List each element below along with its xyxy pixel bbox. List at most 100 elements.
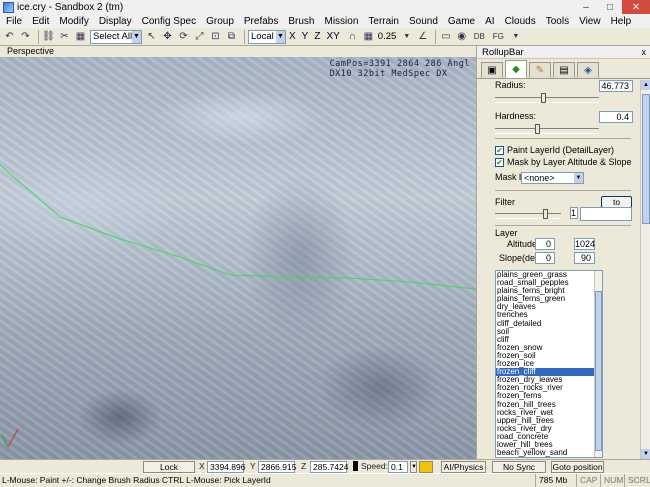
scroll-up-icon[interactable]: ▲: [641, 80, 650, 90]
menu-item-mission[interactable]: Mission: [324, 16, 358, 27]
menu-item-modify[interactable]: Modify: [59, 16, 88, 27]
terrain-snap-icon[interactable]: ⧉: [225, 30, 238, 43]
menu-item-sound[interactable]: Sound: [409, 16, 438, 27]
radius-input[interactable]: 46.773: [599, 80, 633, 92]
magnet-icon[interactable]: ∩: [346, 30, 359, 43]
layer-list-item[interactable]: cliff_detailed: [496, 319, 602, 328]
axis-z-button[interactable]: Z: [314, 31, 320, 42]
paint-layer-checkbox[interactable]: ✔ Paint LayerId (DetailLayer): [495, 145, 614, 155]
layer-list-scrollbar[interactable]: [594, 271, 602, 457]
memory-usage: 785 Mb: [535, 474, 567, 487]
menu-item-help[interactable]: Help: [611, 16, 632, 27]
mask-by-dropdown[interactable]: <none> ▼: [521, 172, 584, 184]
angle-snap-icon[interactable]: ∠: [416, 30, 429, 43]
filter-value[interactable]: 1: [570, 207, 578, 219]
menu-item-clouds[interactable]: Clouds: [505, 16, 536, 27]
layer-list-scroll-thumb[interactable]: [595, 291, 602, 451]
rotate-icon[interactable]: ⟳: [177, 30, 190, 43]
menu-item-view[interactable]: View: [579, 16, 601, 27]
speed-dropdown-icon[interactable]: ▼: [410, 461, 417, 473]
paint-layer-label: Paint LayerId (DetailLayer): [507, 145, 615, 155]
goto-position-button[interactable]: Goto position: [551, 461, 604, 473]
radius-slider[interactable]: [495, 93, 599, 103]
menu-item-prefabs[interactable]: Prefabs: [244, 16, 278, 27]
axis-x-button[interactable]: X: [289, 31, 296, 42]
slope-min-input[interactable]: 0: [535, 252, 555, 264]
menu-item-terrain[interactable]: Terrain: [368, 16, 399, 27]
undo-icon[interactable]: ↶: [3, 30, 16, 43]
camera-icon[interactable]: ◉: [455, 30, 468, 43]
z-coordinate-field[interactable]: 285.7424: [310, 461, 348, 473]
select-filter-icon[interactable]: ▦: [74, 30, 87, 43]
menu-item-game[interactable]: Game: [448, 16, 475, 27]
maximize-button[interactable]: □: [598, 0, 622, 14]
menu-item-display[interactable]: Display: [99, 16, 132, 27]
axis-xy-button[interactable]: XY: [326, 31, 339, 42]
camera-position-text: CamPos=3391 2864 286 Angl: [329, 59, 470, 69]
tab-objects[interactable]: ▣: [481, 62, 503, 78]
hardness-slider-knob[interactable]: [535, 124, 540, 134]
link-icon[interactable]: ⛓: [42, 30, 55, 43]
no-sync-player-button[interactable]: No Sync Player: [492, 461, 546, 482]
altitude-min-input[interactable]: 0: [535, 238, 555, 250]
lock-icon[interactable]: [353, 461, 358, 471]
y-coordinate-field[interactable]: 2866.915: [258, 461, 296, 473]
menu-item-tools[interactable]: Tools: [546, 16, 569, 27]
tab-display[interactable]: ▤: [553, 62, 575, 78]
select-arrow-icon[interactable]: ↖: [145, 30, 158, 43]
database-icon[interactable]: DB: [471, 30, 487, 43]
menu-item-config-spec[interactable]: Config Spec: [142, 16, 196, 27]
altitude-max-input[interactable]: 1024: [574, 238, 595, 250]
ai-physics-button[interactable]: AI/Physics: [441, 461, 486, 473]
menu-item-ai[interactable]: AI: [485, 16, 494, 27]
speed-field[interactable]: 0.1: [388, 461, 408, 473]
radius-slider-knob[interactable]: [541, 93, 546, 103]
tab-layers[interactable]: ◈: [577, 62, 599, 78]
rollup-close-icon[interactable]: x: [642, 46, 647, 59]
menu-item-group[interactable]: Group: [206, 16, 234, 27]
rollup-scroll-thumb[interactable]: [642, 94, 650, 224]
lock-selection-button[interactable]: Lock Selection: [143, 461, 195, 482]
grid-size-value[interactable]: 0.25: [378, 31, 397, 42]
speed-label: Speed:: [361, 461, 388, 471]
menu-item-edit[interactable]: Edit: [32, 16, 49, 27]
filter-slider[interactable]: [495, 209, 561, 219]
hardness-slider[interactable]: [495, 124, 599, 134]
tab-modeling[interactable]: ✎: [529, 62, 551, 78]
slope-max-input[interactable]: 90: [574, 252, 595, 264]
filter-slider-knob[interactable]: [543, 209, 548, 219]
move-icon[interactable]: ✥: [161, 30, 174, 43]
x-coordinate-field[interactable]: 3394.896: [207, 461, 245, 473]
snap-icon[interactable]: ⊡: [209, 30, 222, 43]
texture-layer-list[interactable]: plains_green_grass road_small_pepples plai…: [495, 270, 603, 458]
chevron-down-icon[interactable]: ▼: [400, 30, 413, 43]
redo-icon[interactable]: ↷: [19, 30, 32, 43]
coord-system-dropdown[interactable]: Local ▼: [248, 29, 286, 44]
layer-list-item[interactable]: soil: [496, 327, 602, 336]
rollup-scrollbar[interactable]: ▲ ▼: [640, 80, 650, 459]
grid-icon[interactable]: ▦: [362, 30, 375, 43]
perspective-viewport[interactable]: CamPos=3391 2864 286 Angl DX10 32bit Med…: [0, 57, 476, 459]
axis-y-button[interactable]: Y: [302, 31, 309, 42]
toolbar-separator: [38, 29, 39, 44]
unlink-icon[interactable]: ✂: [58, 30, 71, 43]
scroll-down-icon[interactable]: ▼: [641, 449, 650, 459]
minimize-button[interactable]: –: [574, 0, 598, 14]
scale-icon[interactable]: ⤢: [193, 30, 206, 43]
status-hint: L-Mouse: Paint +/-: Change Brush Radius …: [2, 475, 271, 485]
tab-terrain[interactable]: ◆: [505, 60, 527, 78]
filter-color-swatch[interactable]: [580, 207, 632, 221]
layer-list-item[interactable]: beach_yellow_sand: [496, 448, 602, 457]
menu-item-file[interactable]: File: [6, 16, 22, 27]
close-button[interactable]: ✕: [622, 0, 650, 14]
menu-item-brush[interactable]: Brush: [288, 16, 314, 27]
hardness-input[interactable]: 0.4: [599, 111, 633, 123]
selection-filter-dropdown[interactable]: Select All ▼: [90, 29, 142, 44]
chevron-down-icon: ▼: [574, 173, 583, 183]
flowgraph-icon[interactable]: FG: [490, 30, 506, 43]
terrain-follow-icon[interactable]: [419, 461, 433, 473]
mask-altitude-checkbox[interactable]: ✔ Mask by Layer Altitude & Slope: [495, 157, 632, 167]
chevron-down-icon[interactable]: ▼: [509, 30, 522, 43]
layers-icon: ◈: [584, 65, 592, 76]
ruler-icon[interactable]: ▭: [439, 30, 452, 43]
